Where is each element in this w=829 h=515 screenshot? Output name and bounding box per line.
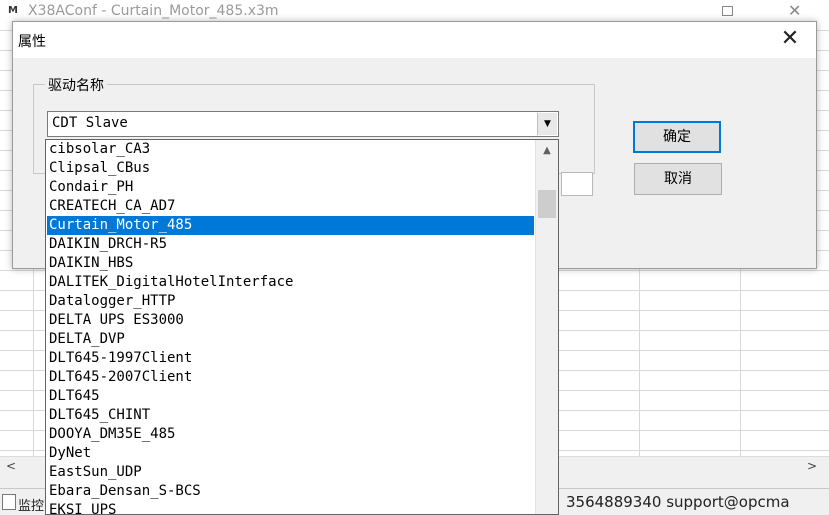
close-icon[interactable]: ✕ bbox=[777, 25, 803, 53]
list-item[interactable]: DELTA UPS ES3000 bbox=[47, 311, 534, 330]
dialog-title: 属性 bbox=[18, 34, 46, 50]
chevron-left-icon[interactable]: < bbox=[6, 459, 16, 473]
list-item[interactable]: CREATECH_CA_AD7 bbox=[47, 197, 534, 216]
list-item[interactable]: DAIKIN_DRCH-R5 bbox=[47, 235, 534, 254]
list-item[interactable]: DALITEK_DigitalHotelInterface bbox=[47, 273, 534, 292]
obscured-text-field[interactable] bbox=[561, 172, 593, 196]
app-icon: M bbox=[8, 5, 18, 16]
chevron-up-icon[interactable]: ▲ bbox=[536, 144, 558, 158]
list-item[interactable]: DOOYA_DM35E_485 bbox=[47, 425, 534, 444]
group-label: 驱动名称 bbox=[45, 75, 107, 95]
driver-combo[interactable]: CDT Slave ▼ bbox=[47, 111, 559, 137]
maximize-icon[interactable] bbox=[722, 6, 733, 16]
list-item[interactable]: cibsolar_CA3 bbox=[47, 140, 534, 159]
list-item-selected[interactable]: Curtain_Motor_485 bbox=[47, 216, 534, 235]
list-item[interactable]: DyNet bbox=[47, 444, 534, 463]
scroll-thumb[interactable] bbox=[538, 190, 556, 218]
chevron-down-icon[interactable]: ▼ bbox=[537, 113, 557, 135]
list-item[interactable]: EastSun_UDP bbox=[47, 463, 534, 482]
status-contact: 3564889340 support@opcma bbox=[566, 493, 790, 511]
status-label: 监控 bbox=[18, 499, 45, 514]
ok-button[interactable]: 确定 bbox=[633, 121, 721, 153]
list-item[interactable]: DAIKIN_HBS bbox=[47, 254, 534, 273]
list-item[interactable]: DELTA_DVP bbox=[47, 330, 534, 349]
list-item[interactable]: Datalogger_HTTP bbox=[47, 292, 534, 311]
list-item[interactable]: EKSI_UPS bbox=[47, 501, 534, 514]
driver-combo-value: CDT Slave bbox=[52, 115, 128, 131]
main-window-title: X38AConf - Curtain_Motor_485.x3m bbox=[28, 3, 279, 19]
status-icon bbox=[2, 494, 16, 510]
list-item[interactable]: DLT645 bbox=[47, 387, 534, 406]
list-item[interactable]: DLT645-1997Client bbox=[47, 349, 534, 368]
driver-dropdown-list[interactable]: cibsolar_CA3 Clipsal_CBus Condair_PH CRE… bbox=[45, 139, 559, 515]
list-item[interactable]: Clipsal_CBus bbox=[47, 159, 534, 178]
vertical-scrollbar[interactable]: ▲ bbox=[535, 140, 558, 514]
dialog-titlebar: 属性 ✕ bbox=[13, 22, 816, 58]
list-item[interactable]: DLT645-2007Client bbox=[47, 368, 534, 387]
close-icon[interactable]: ✕ bbox=[788, 1, 801, 20]
list-item[interactable]: Condair_PH bbox=[47, 178, 534, 197]
list-item[interactable]: Ebara_Densan_S-BCS bbox=[47, 482, 534, 501]
list-item[interactable]: DLT645_CHINT bbox=[47, 406, 534, 425]
cancel-button[interactable]: 取消 bbox=[634, 163, 722, 195]
chevron-right-icon[interactable]: > bbox=[807, 459, 817, 473]
